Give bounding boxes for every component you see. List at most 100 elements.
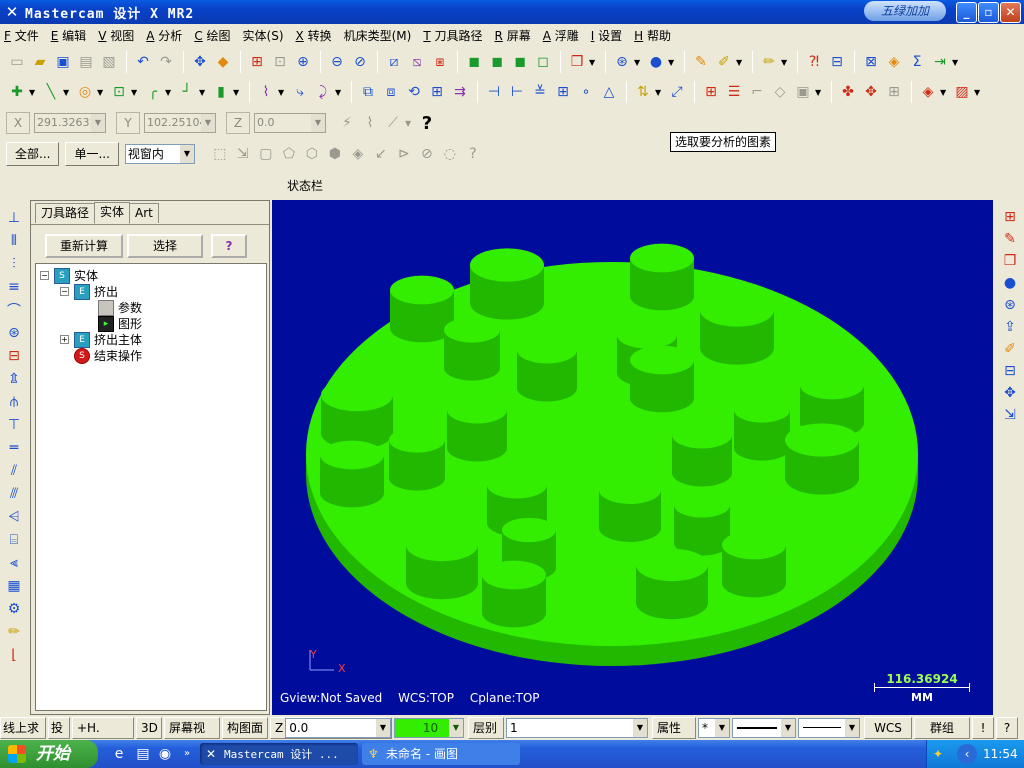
help-question-icon[interactable]: ? (416, 112, 438, 134)
sel-hexagon-icon[interactable]: ⬢ (324, 143, 346, 165)
clip-icon[interactable]: ⌐ (746, 81, 768, 103)
mirror-icon[interactable]: ⧈ (380, 81, 402, 103)
panel-tab-2[interactable]: Art (129, 203, 159, 223)
view-cube-icon[interactable]: ❒ (999, 251, 1021, 271)
sel-circle-icon[interactable]: ⬡ (301, 143, 323, 165)
dropdown-arrow-icon[interactable]: ▼ (233, 88, 241, 97)
dropdown-arrow-icon[interactable]: ▼ (940, 88, 948, 97)
join-icon[interactable]: ⊢ (506, 81, 528, 103)
zoom-target-icon[interactable]: ⊡ (269, 51, 291, 73)
start-button[interactable]: 开始 (0, 740, 98, 768)
trim-icon[interactable]: ⌇ (255, 81, 277, 103)
break-icon[interactable]: ⊣ (483, 81, 505, 103)
zoom-out-icon[interactable]: ⊖ (326, 51, 348, 73)
line-style-select[interactable]: ▼ (732, 718, 796, 738)
select-single-button[interactable]: 单一... (65, 142, 119, 166)
tree-node[interactable]: 参数 (98, 299, 142, 316)
view-cube-icon[interactable]: ❒ (566, 51, 588, 73)
wire-icon[interactable]: ✥ (860, 81, 882, 103)
spline-icon[interactable]: ┘ (176, 81, 198, 103)
solid-layout-icon[interactable]: ═ (3, 438, 25, 458)
print-preview-icon[interactable]: ▧ (98, 51, 120, 73)
dropdown-arrow-icon[interactable]: ▼ (201, 114, 215, 132)
status-help-button[interactable]: ? (996, 717, 1018, 739)
dropdown-arrow-icon[interactable]: ▼ (634, 58, 642, 67)
solid-shell-icon[interactable]: ⊟ (3, 346, 25, 366)
cube-side-icon[interactable]: ◼ (509, 51, 531, 73)
tree-node[interactable]: + E 挤出主体 (60, 331, 142, 348)
dimension-icon[interactable]: ⧄ (383, 51, 405, 73)
cylinder-icon[interactable]: ▮ (210, 81, 232, 103)
hatch-icon[interactable]: ▨ (951, 81, 973, 103)
y-coord-button[interactable]: Y (116, 112, 140, 134)
exclaim-button[interactable]: ! (972, 717, 994, 739)
dropdown-arrow-icon[interactable]: ▼ (668, 58, 676, 67)
group-button[interactable]: 群组 (914, 717, 970, 739)
menu-item-12[interactable]: H 帮助 (634, 27, 671, 44)
panel-tab-0[interactable]: 刀具路径 (35, 203, 96, 223)
menu-item-10[interactable]: A 浮雕 (543, 27, 579, 44)
solid-corner-icon[interactable]: ⌊ (3, 645, 25, 665)
panel-help-button[interactable]: ? (211, 234, 247, 258)
x-coord-field[interactable]: 291.32631 ▼ (34, 113, 106, 133)
taskbar-item-paint[interactable]: ♆ 未命名 - 画图 (362, 743, 520, 765)
dropdown-arrow-icon[interactable]: ▼ (633, 719, 647, 737)
recalculate-button[interactable]: 重新计算 (45, 234, 123, 258)
op-manager-icon[interactable]: ⊠ (860, 51, 882, 73)
solid-pencil-icon[interactable]: ✏ (3, 622, 25, 642)
solid-coil-icon[interactable]: ⫷ (3, 553, 25, 573)
sel-ring-icon[interactable]: ◌ (439, 143, 461, 165)
endpoint-icon[interactable]: ⌇ (359, 112, 381, 134)
undo-icon[interactable]: ↶ (132, 51, 154, 73)
pan-icon[interactable]: ✥ (189, 51, 211, 73)
cplane-button[interactable]: 构图面 (222, 717, 268, 739)
attributes-button[interactable]: 属性 (652, 717, 696, 739)
sel-chain-icon[interactable]: ⊳ (393, 143, 415, 165)
globe-icon[interactable]: ⊛ (611, 51, 633, 73)
view-tree-icon[interactable]: ⊟ (999, 361, 1021, 381)
redo-icon[interactable]: ↷ (155, 51, 177, 73)
dropdown-arrow-icon[interactable]: ▼ (131, 88, 139, 97)
media-icon[interactable]: ◉ (156, 745, 174, 763)
dropdown-arrow-icon[interactable]: ▼ (589, 58, 597, 67)
sel-polygon-icon[interactable]: ⬠ (278, 143, 300, 165)
solid-loft-icon[interactable]: ≡ (3, 277, 25, 297)
dropdown-arrow-icon[interactable]: ▼ (952, 58, 960, 67)
dropdown-arrow-icon[interactable]: ▼ (165, 88, 173, 97)
level-label[interactable]: 层别 (468, 717, 504, 739)
dropdown-arrow-icon[interactable]: ▼ (179, 145, 194, 163)
z-coord-field[interactable]: 0.0 ▼ (254, 113, 326, 133)
status-project[interactable]: 投 (48, 717, 70, 739)
view-pen-icon[interactable]: ✎ (999, 229, 1021, 249)
dropdown-arrow-icon[interactable]: ▼ (29, 88, 37, 97)
tree-expander[interactable]: − (40, 271, 49, 280)
shade-icon[interactable]: ✤ (837, 81, 859, 103)
sel-vector-icon[interactable]: ↙ (370, 143, 392, 165)
solid-chamfer-icon[interactable]: ⊛ (3, 323, 25, 343)
export-icon[interactable]: ⇥ (929, 51, 951, 73)
solid-pick-icon[interactable]: ⩤ (3, 507, 25, 527)
dimension3-icon[interactable]: ⧆ (429, 51, 451, 73)
dropdown-arrow-icon[interactable]: ▼ (449, 719, 463, 737)
snap-icon[interactable]: ∘ (575, 81, 597, 103)
view-sphere-icon[interactable]: ● (999, 273, 1021, 293)
sel-help-icon[interactable]: ? (462, 143, 484, 165)
menu-item-4[interactable]: C 绘图 (194, 27, 230, 44)
tree-node[interactable]: − S 实体 (40, 267, 98, 284)
wand-icon[interactable]: ⟋ (382, 112, 404, 134)
cube-top-icon[interactable]: ◼ (463, 51, 485, 73)
minimize-button[interactable]: _ (956, 2, 977, 23)
menu-item-3[interactable]: A 分析 (146, 27, 182, 44)
solid-draft-icon[interactable]: ⊤ (3, 415, 25, 435)
zoom-in-icon[interactable]: ⊕ (292, 51, 314, 73)
point-icon[interactable]: ✚ (6, 81, 28, 103)
view-ruler-icon[interactable]: ✐ (999, 339, 1021, 359)
sphere-icon[interactable]: ● (645, 51, 667, 73)
render-mode-icon[interactable]: ◈ (917, 81, 939, 103)
taskbar-item-mastercam[interactable]: ✕ Mastercam 设计 ... (200, 743, 358, 765)
screen-view-button[interactable]: 屏幕视角 (164, 717, 220, 755)
dropdown-arrow-icon[interactable]: ▼ (311, 114, 325, 132)
dropdown-arrow-icon[interactable]: ▼ (815, 88, 823, 97)
scale-icon[interactable]: ⊞ (426, 81, 448, 103)
rect-sel-icon[interactable]: ▣ (792, 81, 814, 103)
